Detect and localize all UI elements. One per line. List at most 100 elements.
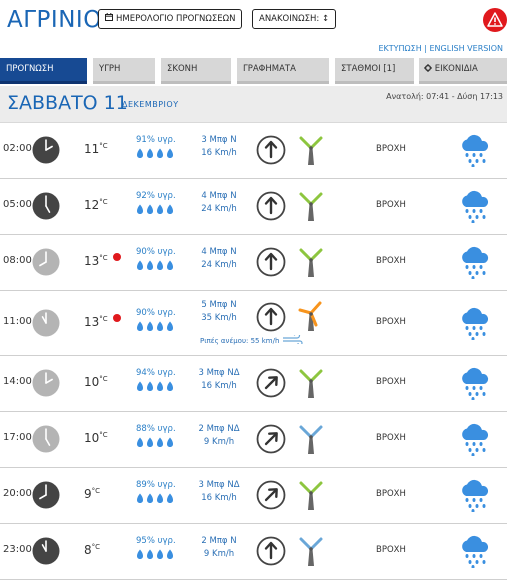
temperature-unit: °C xyxy=(99,431,108,439)
humidity-value: 94% υγρ. xyxy=(136,368,176,378)
humidity-value: 88% υγρ. xyxy=(136,424,176,434)
wind-beaufort: 3 Μπφ ΝΔ xyxy=(198,480,240,490)
temperature: 11°C xyxy=(84,142,108,156)
forecast-row: 11:00 13°C 90% υγρ. 5 Μπφ Ν 35 Km/h Ριπές ανέ… xyxy=(0,290,507,356)
sunrise-sunset: Ανατολή: 07:41 - Δύση 17:13 xyxy=(386,92,503,101)
temperature-value: 8 xyxy=(84,543,92,557)
night-clock-icon xyxy=(32,537,60,565)
rain-cloud-icon xyxy=(459,534,491,569)
tab-forecast[interactable]: ΠΡΟΓΝΩΣΗ xyxy=(0,58,87,84)
rain-cloud-icon xyxy=(459,366,491,401)
wind-direction-icon xyxy=(256,480,286,510)
day-month: ΔΕΚΕΜΒΡΙΟΥ xyxy=(122,100,179,109)
weather-condition: ΒΡΟΧΗ xyxy=(376,545,406,555)
temperature: 12°C xyxy=(84,198,108,212)
tab-stations[interactable]: ΣΤΑΘΜΟΙ [1] xyxy=(335,58,414,84)
temperature-value: 13 xyxy=(84,254,100,268)
warning-dot-icon[interactable] xyxy=(113,253,121,261)
rain-cloud-icon xyxy=(459,422,491,457)
warning-dot-icon[interactable] xyxy=(113,313,121,322)
temperature-unit: °C xyxy=(99,254,108,262)
humidity-drops-icon xyxy=(136,549,176,563)
calendar-icon xyxy=(105,10,113,28)
wind-turbine-icon xyxy=(296,423,326,455)
weather-condition: ΒΡΟΧΗ xyxy=(376,200,406,210)
forecast-time: 05:00 xyxy=(3,199,32,210)
humidity-value: 95% υγρ. xyxy=(136,536,176,546)
wind-speed: 9 Km/h xyxy=(203,437,235,447)
weather-condition: ΒΡΟΧΗ xyxy=(376,433,406,443)
forecast-calendar-label: ΗΜΕΡΟΛΟΓΙΟ ΠΡΟΓΝΩΣΕΩΝ xyxy=(116,14,236,24)
tab-dust[interactable]: ΣΚΟΝΗ xyxy=(161,58,231,84)
rain-cloud-icon xyxy=(459,189,491,224)
tab-icons-label: ΕΙΚΟΝΙΔΙΑ xyxy=(434,64,478,74)
forecast-time: 14:00 xyxy=(3,376,32,387)
warning-alert-icon[interactable] xyxy=(483,8,507,32)
wind-gust: Ριπές ανέμου: 55 km/h xyxy=(200,332,304,346)
tab-bar: ΠΡΟΓΝΩΣΗ ΥΓΡΗ ΣΚΟΝΗ ΓΡΑΦΗΜΑΤΑ ΣΤΑΘΜΟΙ [1… xyxy=(0,58,507,84)
forecast-time: 11:00 xyxy=(3,315,32,327)
wind-turbine-icon xyxy=(296,300,326,332)
forecast-row: 02:00 11°C 91% υγρ. 3 Μπφ Ν 16 Km/h ΒΡΟΧΗ xyxy=(0,122,507,179)
tab-icons[interactable]: ΕΙΚΟΝΙΔΙΑ xyxy=(419,58,507,84)
wind-direction-icon xyxy=(256,424,286,454)
temperature-value: 11 xyxy=(84,142,100,156)
temperature-unit: °C xyxy=(99,142,108,150)
temperature: 9°C xyxy=(84,487,100,501)
wind-speed: 24 Km/h xyxy=(201,260,237,270)
weather-condition: ΒΡΟΧΗ xyxy=(376,377,406,387)
temperature: 8°C xyxy=(84,543,100,557)
night-clock-icon xyxy=(32,136,60,164)
forecast-time: 23:00 xyxy=(3,544,32,555)
tab-humidity[interactable]: ΥΓΡΗ xyxy=(93,58,155,84)
day-title: ΣΑΒΒΑΤΟ 11 xyxy=(7,92,128,114)
wind-turbine-icon xyxy=(296,367,326,399)
temperature: 10°C xyxy=(84,431,108,445)
wind-turbine-icon xyxy=(296,535,326,567)
city-title: ΑΓΡΙΝΙΟ xyxy=(7,7,102,33)
forecast-time: 02:00 xyxy=(3,143,32,154)
humidity-value: 91% υγρ. xyxy=(136,135,176,145)
wind-beaufort: 4 Μπφ Ν xyxy=(201,191,237,201)
temperature-value: 9 xyxy=(84,487,92,501)
humidity-drops-icon xyxy=(136,437,176,451)
print-english-links[interactable]: ΕΚΤΥΠΩΣΗ | ENGLISH VERSION xyxy=(378,44,503,53)
wind-direction-icon xyxy=(256,302,286,332)
wind-turbine-icon xyxy=(296,190,326,222)
wind-direction-icon xyxy=(256,135,286,165)
tab-graphs[interactable]: ΓΡΑΦΗΜΑΤΑ xyxy=(237,58,329,84)
day-clock-icon xyxy=(32,425,60,453)
wind-turbine-icon xyxy=(296,246,326,278)
temperature-value: 10 xyxy=(84,375,100,389)
temperature-unit: °C xyxy=(99,375,108,383)
humidity-drops-icon xyxy=(136,260,176,274)
day-header: ΣΑΒΒΑΤΟ 11 ΔΕΚΕΜΒΡΙΟΥ Ανατολή: 07:41 - Δ… xyxy=(0,86,507,123)
wind-direction-icon xyxy=(256,191,286,221)
forecast-calendar-button[interactable]: ΗΜΕΡΟΛΟΓΙΟ ΠΡΟΓΝΩΣΕΩΝ xyxy=(98,9,243,29)
night-clock-icon xyxy=(32,481,60,509)
night-clock-icon xyxy=(32,192,60,220)
sort-arrows-icon: ↕ xyxy=(321,14,330,24)
day-clock-icon xyxy=(32,248,60,276)
wind-speed: 24 Km/h xyxy=(201,204,237,214)
humidity-value: 92% υγρ. xyxy=(136,191,176,201)
forecast-row: 20:00 9°C 89% υγρ. 3 Μπφ ΝΔ 16 Km/h ΒΡΟΧΗ xyxy=(0,467,507,524)
page-header: ΑΓΡΙΝΙΟ ΗΜΕΡΟΛΟΓΙΟ ΠΡΟΓΝΩΣΕΩΝ ΑΝΑΚΟΙΝΩΣΗ… xyxy=(0,0,507,58)
humidity-drops-icon xyxy=(136,381,176,395)
forecast-time: 08:00 xyxy=(3,255,32,266)
weather-condition: ΒΡΟΧΗ xyxy=(376,489,406,499)
humidity-drops-icon xyxy=(136,204,176,218)
forecast-row: 14:00 10°C 94% υγρ. 3 Μπφ ΝΔ 16 Km/h ΒΡΟΧΗ xyxy=(0,355,507,412)
humidity-value: 90% υγρ. xyxy=(136,247,176,257)
gust-wind-icon xyxy=(279,332,303,346)
temperature: 10°C xyxy=(84,375,108,389)
temperature-unit: °C xyxy=(99,314,108,323)
wind-speed: 9 Km/h xyxy=(203,549,235,559)
announcements-button[interactable]: ΑΝΑΚΟΙΝΩΣΗ: ↕ xyxy=(252,9,337,29)
humidity-value: 89% υγρ. xyxy=(136,480,176,490)
humidity-value: 90% υγρ. xyxy=(136,307,176,318)
wind-speed: 16 Km/h xyxy=(201,381,237,391)
temperature-value: 12 xyxy=(84,198,100,212)
temperature-unit: °C xyxy=(91,487,101,495)
temperature: 13°C xyxy=(84,315,108,329)
